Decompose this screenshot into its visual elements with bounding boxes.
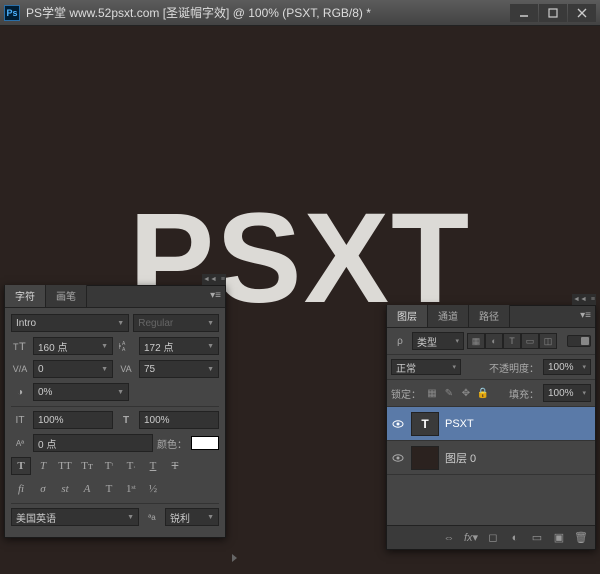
text-color-swatch[interactable] — [191, 436, 219, 450]
font-size-icon: TT — [11, 338, 29, 354]
lock-image-icon[interactable]: ✎ — [442, 386, 456, 400]
filter-search-icon: ρ — [391, 333, 409, 349]
ot-fi-button[interactable]: fi — [11, 480, 31, 498]
filter-image-icon[interactable]: ▦ — [467, 333, 485, 349]
leading-input[interactable]: 172 点▼ — [139, 337, 219, 355]
baseline-icon: Aª — [11, 435, 29, 451]
scale-input[interactable]: 0%▼ — [33, 383, 129, 401]
svg-text:T: T — [19, 341, 26, 352]
lock-position-icon[interactable]: ✥ — [459, 386, 473, 400]
underline-button[interactable]: T — [143, 457, 163, 475]
antialias-select[interactable]: 锐利▼ — [165, 508, 219, 526]
vscale-icon: IT — [11, 412, 29, 428]
layer-item[interactable]: 图层 0 — [387, 441, 595, 475]
ot-sigma-button[interactable]: σ — [33, 480, 53, 498]
vscale-input[interactable]: 100% — [33, 411, 113, 429]
smallcaps-button[interactable]: Tᴛ — [77, 457, 97, 475]
italic-button[interactable]: T — [33, 457, 53, 475]
tab-brush[interactable]: 画笔 — [46, 285, 87, 307]
strikethrough-button[interactable]: T — [165, 457, 185, 475]
panel-menu-icon[interactable]: ▾≡ — [210, 290, 221, 301]
tab-paths[interactable]: 路径 — [469, 305, 510, 327]
layers-footer: ⇔ fx▾ ◻ ◐ ▭ ▣ 🗑 — [387, 525, 595, 549]
group-icon[interactable]: ▭ — [527, 529, 547, 547]
tracking-icon: VA — [117, 361, 135, 377]
tracking-input[interactable]: 75▼ — [139, 360, 219, 378]
window-titlebar: Ps PS学堂 www.52psxt.com [圣诞帽字效] @ 100% (P… — [0, 0, 600, 26]
font-style-select[interactable]: Regular▼ — [133, 314, 219, 332]
filter-adjust-icon[interactable]: ◐ — [485, 333, 503, 349]
font-family-select[interactable]: Intro▼ — [11, 314, 129, 332]
window-title: PS学堂 www.52psxt.com [圣诞帽字效] @ 100% (PSXT… — [26, 4, 510, 21]
opacity-label: 不透明度： — [489, 360, 539, 375]
superscript-button[interactable]: T¹ — [99, 457, 119, 475]
character-panel: ◄◄≡ 字符 画笔 ▾≡ Intro▼ Regular▼ TT 160 点▼ A… — [4, 285, 226, 538]
leading-icon: AA — [117, 338, 135, 354]
allcaps-button[interactable]: TT — [55, 457, 75, 475]
minimize-button[interactable] — [510, 4, 538, 22]
tab-character[interactable]: 字符 — [5, 285, 46, 307]
filter-shape-icon[interactable]: ▭ — [521, 333, 539, 349]
lock-label: 锁定： — [391, 386, 421, 401]
link-layers-icon[interactable]: ⇔ — [439, 529, 459, 547]
style-buttons-row: T T TT Tᴛ T¹ T₁ T T — [11, 457, 219, 475]
layer-name[interactable]: PSXT — [445, 418, 591, 430]
kerning-input[interactable]: 0▼ — [33, 360, 113, 378]
ot-titling-button[interactable]: T — [99, 480, 119, 498]
adjustment-layer-icon[interactable]: ◐ — [505, 529, 525, 547]
new-layer-icon[interactable]: ▣ — [549, 529, 569, 547]
opacity-input[interactable]: 100%▾ — [543, 359, 591, 375]
subscript-button[interactable]: T₁ — [121, 457, 141, 475]
layer-thumbnail[interactable]: T — [411, 412, 439, 436]
fill-input[interactable]: 100%▾ — [543, 384, 591, 402]
bold-button[interactable]: T — [11, 457, 31, 475]
ot-ordinal-button[interactable]: 1ˢᵗ — [121, 480, 141, 498]
filter-smart-icon[interactable]: ◫ — [539, 333, 557, 349]
hscale-input[interactable]: 100% — [139, 411, 219, 429]
tab-channels[interactable]: 通道 — [428, 305, 469, 327]
scale-icon: ◑ — [11, 384, 29, 400]
font-size-input[interactable]: 160 点▼ — [33, 337, 113, 355]
layer-fx-icon[interactable]: fx▾ — [461, 529, 481, 547]
delete-layer-icon[interactable]: 🗑 — [571, 529, 591, 547]
layer-list: T PSXT 图层 0 — [387, 407, 595, 475]
filter-type-icon[interactable]: T — [503, 333, 521, 349]
baseline-input[interactable]: 0 点 — [33, 434, 153, 452]
zoom-triangle-icon[interactable] — [232, 554, 237, 562]
layer-mask-icon[interactable]: ◻ — [483, 529, 503, 547]
layer-name[interactable]: 图层 0 — [445, 450, 591, 466]
layers-panel-tabs: 图层 通道 路径 ▾≡ — [387, 306, 595, 328]
ot-st-button[interactable]: st — [55, 480, 75, 498]
visibility-icon[interactable] — [391, 451, 405, 465]
fill-label: 填充： — [509, 386, 539, 401]
language-select[interactable]: 美国英语▼ — [11, 508, 139, 526]
lock-all-icon[interactable]: 🔒 — [476, 386, 490, 400]
filter-kind-select[interactable]: 类型▾ — [412, 332, 464, 350]
visibility-icon[interactable] — [391, 417, 405, 431]
layers-panel: ◄◄≡ 图层 通道 路径 ▾≡ ρ 类型▾ ▦ ◐ T ▭ ◫ 正常▾ 不透明度… — [386, 305, 596, 550]
blend-mode-select[interactable]: 正常▾ — [391, 359, 461, 375]
layer-thumbnail[interactable] — [411, 446, 439, 470]
layer-item[interactable]: T PSXT — [387, 407, 595, 441]
ot-swash-button[interactable]: A — [77, 480, 97, 498]
zoom-readout — [232, 550, 237, 566]
panel-collapse-handle[interactable]: ◄◄≡ — [202, 274, 226, 285]
maximize-button[interactable] — [539, 4, 567, 22]
kerning-icon: V/A — [11, 361, 29, 377]
filter-toggle[interactable] — [567, 335, 591, 347]
ot-fraction-button[interactable]: ½ — [143, 480, 163, 498]
ps-logo: Ps — [4, 5, 20, 21]
character-panel-tabs: 字符 画笔 ▾≡ — [5, 286, 225, 308]
panel-collapse-handle[interactable]: ◄◄≡ — [572, 294, 596, 305]
svg-text:A: A — [122, 347, 126, 352]
opentype-buttons-row: fi σ st A T 1ˢᵗ ½ — [11, 480, 219, 498]
panel-menu-icon[interactable]: ▾≡ — [580, 310, 591, 321]
lock-transparency-icon[interactable]: ▦ — [425, 386, 439, 400]
tab-layers[interactable]: 图层 — [387, 305, 428, 327]
antialias-icon: ªa — [143, 509, 161, 525]
hscale-icon: T — [117, 412, 135, 428]
color-label: 颜色： — [157, 436, 187, 451]
close-button[interactable] — [568, 4, 596, 22]
